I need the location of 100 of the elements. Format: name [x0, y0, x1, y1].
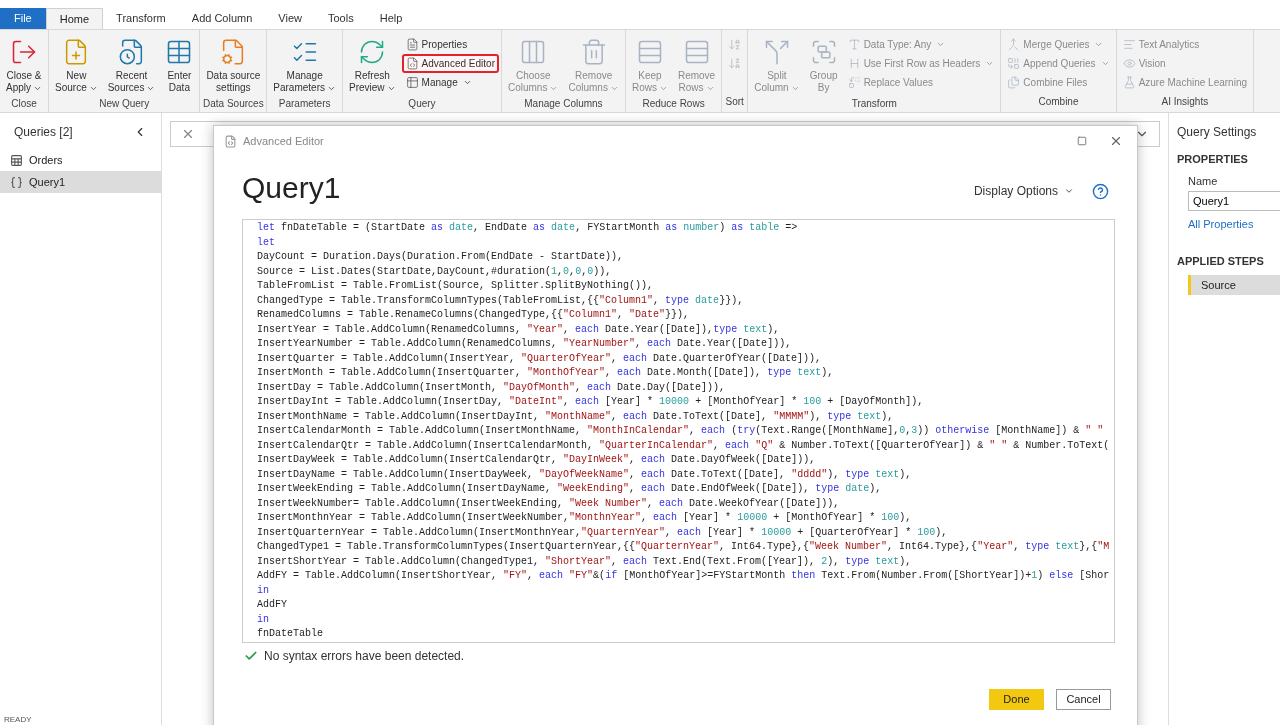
menu-tab[interactable]: Tools [315, 8, 367, 29]
code-line: TableFromList = Table.FromList(Source, Splitter.SplitByNothing()), [257, 279, 654, 293]
document-icon [405, 38, 419, 51]
group-label: Sort [724, 95, 745, 109]
all-properties-link[interactable]: All Properties [1188, 216, 1280, 233]
help-icon[interactable] [1092, 182, 1109, 200]
maximize-icon[interactable] [1077, 136, 1087, 146]
sort-descending-icon [728, 57, 742, 70]
ribbon-button[interactable]: Refresh Preview [345, 33, 400, 96]
code-line: InsertMonthnYear = Table.AddColumn(InsertWeekNumber,"MonthnYear", each [Year] * 10000 + [MonthOfYear] * 100), [257, 511, 912, 525]
code-line: InsertDayName = Table.AddColumn(InsertDayWeek, "DayOfWeekName", each Date.ToText([Date], "dddd"), type text), [257, 467, 912, 482]
caret-icon [1064, 186, 1074, 196]
code-line: InsertCalendarQtr = Table.AddColumn(InsertCalendarMonth, "QuarterInCalendar", each "Q" & Number.ToText([QuarterOfYear]) & " " & Number.ToText( [257, 438, 1110, 453]
dialog-title: Advanced Editor [243, 133, 324, 149]
document-icon [405, 57, 419, 70]
group-label: Query [407, 97, 437, 111]
ribbon-button[interactable]: Manage [401, 73, 499, 92]
code-line: in [257, 583, 269, 598]
section-heading: APPLIED STEPS [1177, 253, 1265, 269]
exit-icon [10, 38, 38, 66]
replace-icon [847, 76, 861, 89]
merge-icon [1007, 38, 1021, 51]
sort-ascending-icon [728, 38, 742, 51]
ribbon-button[interactable]: Advanced Editor [401, 54, 499, 73]
close-icon[interactable] [181, 127, 195, 141]
document-icon [224, 134, 237, 148]
group-label: Reduce Rows [641, 97, 706, 111]
query-item[interactable]: Orders [0, 149, 161, 171]
code-line: DayCount = Duration.Days(Duration.From(EndDate - StartDate)), [257, 250, 624, 264]
name-field[interactable]: Query1 [1188, 191, 1280, 211]
ribbon-button[interactable]: Data source settings [202, 33, 265, 96]
caret-icon [985, 59, 995, 68]
table-icon [10, 153, 23, 167]
menu-tab[interactable]: Transform [103, 8, 179, 29]
status-text: READY [3, 715, 33, 725]
code-line: ChangedType1 = Table.TransformColumnTypes(InsertQuarternYear,{{"QuarternYear", Int64.Type},{"Week Number", Int64.Type},{"Year", type text},{"M [257, 540, 1110, 554]
query-title: Query1 [242, 170, 341, 206]
code-line: AddFY = Table.AddColumn(InsertShortYear, "FY", each "FY"&(if [MonthOfYear]>=FYStartMonth then Text.From(Number.From([ShortYear])+1) else [Shor [257, 569, 1110, 583]
ribbon-button[interactable]: Manage Parameters [269, 33, 340, 96]
code-line: Source = List.Dates(StartDate,DayCount,#duration(1,0,0,0)), [257, 264, 612, 279]
menu-tab[interactable]: View [265, 8, 315, 29]
eye-icon [1122, 57, 1136, 70]
ribbon-button[interactable]: Enter Data [161, 33, 198, 96]
code-line: InsertShortYear = Table.AddColumn(ChangedType1, "ShortYear", each Text.End(Text.From([Year]), 2), type text), [257, 554, 912, 569]
display-options-dropdown[interactable]: Display Options [973, 182, 1074, 200]
done-button[interactable]: Done [989, 689, 1044, 710]
code-line: InsertDay = Table.AddColumn(InsertMonth, "DayOfMonth", each Date.Day([Date])), [257, 380, 726, 395]
code-line: in [257, 612, 269, 627]
function-icon [10, 175, 23, 189]
group-label: AI Insights [1160, 95, 1210, 109]
code-line: ChangedType = Table.TransformColumnTypes(TableFromList,{{"Column1", type date}}), [257, 293, 744, 308]
ribbon-button[interactable]: Recent Sources [103, 33, 160, 96]
code-line: RenamedColumns = Table.RenameColumns(ChangedType,{{"Column1", "Date"}}), [257, 308, 690, 322]
code-line: InsertWeekEnding = Table.AddColumn(InsertDayName, "WeekEnding", each Date.EndOfWeek([Date]), type date), [257, 482, 882, 496]
code-line: InsertMonthName = Table.AddColumn(InsertDayInt, "MonthName", each Date.ToText([Date], "MMMM"), type text), [257, 409, 894, 424]
code-line: InsertDayInt = Table.AddColumn(InsertDay, "DateInt", each [Year] * 10000 + [MonthOfYear] * 100 + [DayOfMonth]), [257, 395, 924, 409]
code-line: InsertMonth = Table.AddColumn(InsertQuarter, "MonthOfYear", each Date.Month([Date]), type text), [257, 366, 834, 380]
group-label: Combine [1037, 95, 1080, 109]
code-line: InsertYearNumber = Table.AddColumn(RenamedColumns, "YearNumber", each Date.Year([Date])), [257, 337, 792, 351]
code-line: let [257, 235, 275, 250]
group-label: Data Sources [202, 97, 265, 111]
applied-step[interactable]: Source [1188, 275, 1280, 295]
menu-tab[interactable]: File [0, 8, 46, 29]
code-line: InsertDayWeek = Table.AddColumn(InsertCalendarQtr, "DayInWeek", each Date.DayOfWeek([Date])), [257, 453, 816, 467]
lines-icon [1122, 38, 1136, 51]
code-line: InsertYear = Table.AddColumn(RenamedColumns, "Year", each Date.Year([Date]),type text), [257, 322, 780, 337]
pane-title: Queries [2] [14, 124, 73, 141]
ribbon-button[interactable]: Properties [401, 35, 499, 54]
group-label: Transform [850, 97, 898, 111]
code-editor[interactable] [242, 219, 1115, 643]
menu-tab[interactable]: Help [366, 8, 416, 29]
type-icon [847, 38, 861, 51]
group-label: Parameters [277, 97, 332, 111]
append-icon [1007, 57, 1021, 70]
code-line: InsertQuarter = Table.AddColumn(InsertYear, "QuarterOfYear", each Date.QuarterOfYear([Date])), [257, 351, 822, 366]
code-line: let fnDateTable = (StartDate as date, EndDate as date, FYStartMonth as number) as table => [257, 221, 798, 235]
group-label: Manage Columns [523, 97, 604, 111]
syntax-status: No syntax errors have been detected. [264, 648, 465, 665]
check-icon [244, 649, 258, 663]
query-item[interactable]: Query1 [0, 171, 161, 193]
caret-icon [936, 40, 946, 49]
pane-title: Query Settings [1177, 124, 1258, 141]
group-label: New Query [98, 97, 151, 111]
ribbon-button[interactable]: New Source [51, 33, 102, 96]
caret-icon [462, 78, 472, 87]
table-icon [405, 76, 419, 89]
code-line: InsertQuarternYear = Table.AddColumn(InsertMonthnYear,"QuarternYear", each [Year] * 10000 + [QuarterOfYear] * 100), [257, 525, 948, 540]
section-heading: PROPERTIES [1177, 152, 1249, 167]
flask-icon [1122, 76, 1136, 89]
code-line: AddFY [257, 598, 287, 612]
cancel-button[interactable]: Cancel [1056, 689, 1111, 710]
code-line: InsertWeekNumber= Table.AddColumn(InsertWeekEnding, "Week Number", each Date.WeekOfYear([Date])), [257, 496, 840, 511]
ribbon-button[interactable]: Close & Apply [2, 33, 46, 96]
close-icon[interactable] [1109, 134, 1123, 148]
menu-tab[interactable]: Home [45, 8, 104, 29]
field-label: Name [1188, 173, 1219, 189]
group-label: Close [10, 97, 38, 111]
code-line: fnDateTable [257, 627, 323, 641]
menu-tab[interactable]: Add Column [178, 8, 266, 29]
files-icon [1007, 76, 1021, 89]
